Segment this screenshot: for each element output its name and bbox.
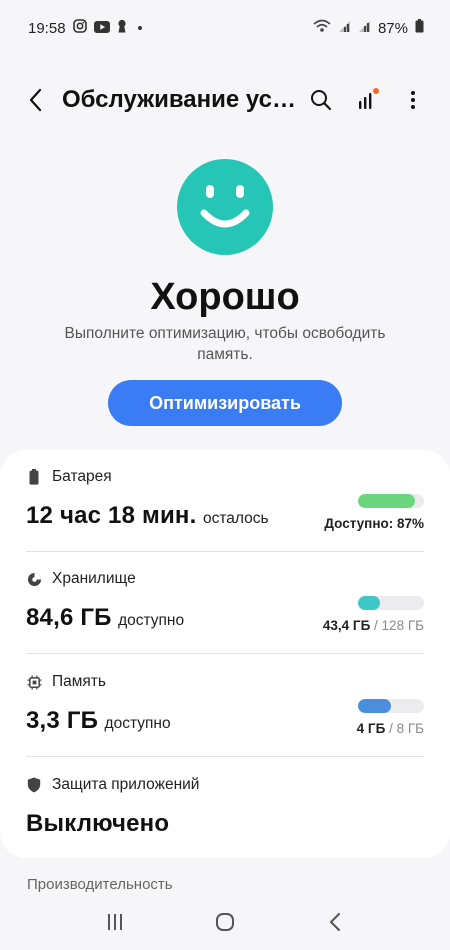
app-protection-label-row: Защита приложений [26,776,424,794]
memory-used: 4 ГБ [356,721,386,736]
wifi-call-icon [313,19,331,37]
storage-usage: 43,4 ГБ / 128 ГБ [323,618,424,633]
back-nav-icon [330,913,340,931]
storage-total: / 128 ГБ [374,618,424,633]
search-icon [311,90,332,111]
more-options-button[interactable] [394,80,432,120]
page-title: Обслуживание устройства [62,86,302,113]
storage-value: 84,6 ГБ [26,604,112,631]
battery-section[interactable]: Батарея 12 час 18 мин. осталось Доступно… [26,468,424,550]
smiley-face-icon [177,159,273,255]
memory-usage: 4 ГБ / 8 ГБ [357,721,424,736]
memory-unit: доступно [104,715,171,732]
storage-label-row: Хранилище [26,570,424,588]
instagram-icon [72,19,87,37]
status-bar: 19:58 87% [0,0,450,56]
divider [26,551,424,552]
battery-progress-bar [358,494,424,508]
memory-label-row: Память [26,673,424,691]
storage-unit: доступно [118,612,185,629]
storage-progress-bar [358,596,424,610]
storage-value-line: 84,6 ГБ доступно [26,604,184,632]
notification-dot [373,88,379,94]
status-time: 19:58 [28,19,66,37]
battery-icon [415,19,424,37]
navigation-bar [0,894,450,950]
battery-label-row: Батарея [26,468,424,486]
battery-available: Доступно: 87% [324,516,424,531]
header-actions [302,80,432,120]
memory-value-line: 3,3 ГБ доступно [26,707,171,735]
youtube-icon [93,20,110,37]
pie-chart-icon [26,571,42,587]
signal-icon [338,20,351,37]
optimize-button[interactable]: Оптимизировать [108,380,342,426]
memory-chip-icon [26,674,42,690]
battery-icon [26,469,42,485]
device-status-subtitle: Выполните оптимизацию, чтобы освободить … [64,325,386,363]
storage-section[interactable]: Хранилище 84,6 ГБ доступно 43,4 ГБ / 128… [26,570,424,652]
device-status-title: Хорошо [150,276,300,318]
memory-progress-bar [358,699,424,713]
storage-label: Хранилище [52,570,136,587]
battery-available-text: Доступно: 87% [324,516,424,531]
keyhole-icon [117,19,127,37]
app-protection-section[interactable]: Защита приложений Выключено [26,776,424,846]
recents-icon [108,914,122,930]
performance-section-title: Производительность [27,876,173,893]
status-left: 19:58 [28,19,142,37]
memory-progress-fill [358,699,391,713]
shield-icon [26,777,42,793]
memory-section[interactable]: Память 3,3 ГБ доступно 4 ГБ / 8 ГБ [26,673,424,755]
dot-icon [137,26,142,30]
back-button[interactable] [16,80,56,120]
divider [26,653,424,654]
divider [26,756,424,757]
battery-progress-fill [358,494,416,508]
app-header: Обслуживание устройства [0,74,450,126]
status-right: 87% [313,19,424,37]
nav-back-button[interactable] [315,902,355,942]
battery-value: 12 час 18 мин. [26,502,197,529]
memory-value: 3,3 ГБ [26,707,99,734]
battery-label: Батарея [52,468,112,485]
battery-value-line: 12 час 18 мин. осталось [26,502,269,530]
memory-total: / 8 ГБ [389,721,424,736]
back-icon [29,88,42,112]
app-protection-value-line: Выключено [26,810,169,838]
home-icon [216,913,234,931]
home-button[interactable] [205,902,245,942]
search-button[interactable] [302,80,340,120]
recents-button[interactable] [95,902,135,942]
signal-icon [358,20,371,37]
app-protection-value: Выключено [26,810,170,837]
maintenance-card: Батарея 12 час 18 мин. осталось Доступно… [0,450,450,858]
more-icon [411,91,415,109]
stats-button[interactable] [348,80,386,120]
battery-unit: осталось [202,510,269,527]
memory-label: Память [52,673,106,690]
storage-progress-fill [358,596,381,610]
storage-used: 43,4 ГБ [322,618,371,633]
battery-percent: 87% [377,19,408,37]
app-protection-label: Защита приложений [52,776,200,793]
